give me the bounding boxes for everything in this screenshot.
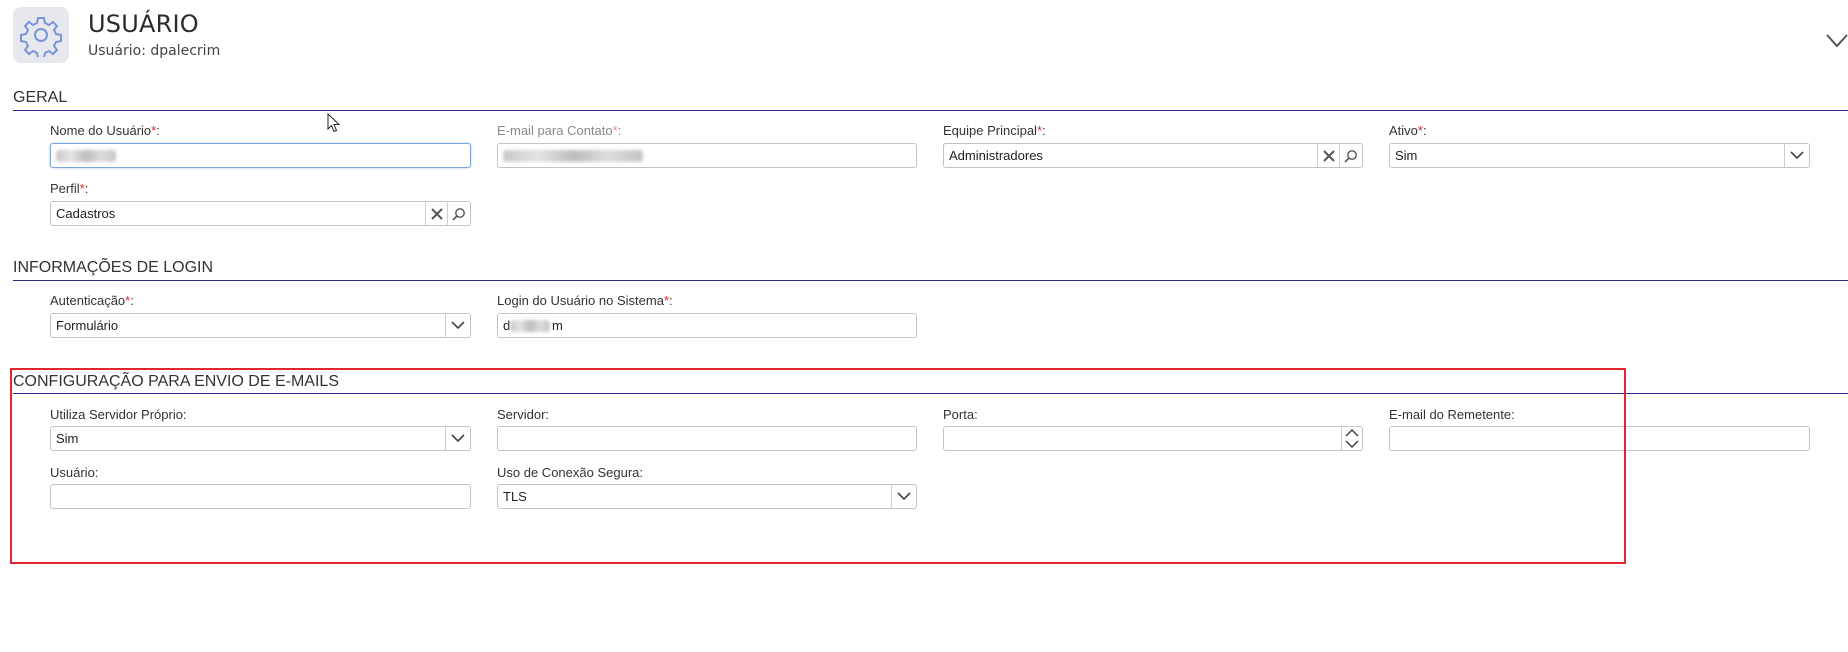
- email-contato-input[interactable]: [497, 143, 917, 168]
- clear-icon[interactable]: [1317, 144, 1340, 167]
- perfil-value: Cadastros: [56, 206, 116, 221]
- section-divider: [13, 110, 1848, 111]
- login-sistema-label: Login do Usuário no Sistema*:: [497, 293, 673, 308]
- section-title-geral: GERAL: [13, 89, 68, 106]
- autenticacao-select[interactable]: Formulário: [50, 313, 471, 338]
- equipe-principal-value: Administradores: [949, 148, 1043, 163]
- redacted-value: [510, 320, 550, 332]
- autenticacao-value: Formulário: [56, 318, 119, 333]
- nome-usuario-label: Nome do Usuário*:: [50, 123, 160, 138]
- ativo-label: Ativo*:: [1389, 123, 1427, 138]
- ativo-value: Sim: [1395, 148, 1418, 163]
- redacted-value: [56, 150, 116, 162]
- nome-usuario-input[interactable]: [50, 143, 471, 168]
- chevron-down-icon[interactable]: [445, 314, 470, 337]
- clear-icon[interactable]: [425, 202, 448, 225]
- perfil-lookup[interactable]: Cadastros: [50, 201, 471, 226]
- search-icon[interactable]: [447, 202, 470, 225]
- gear-icon: [20, 17, 62, 57]
- equipe-principal-lookup[interactable]: Administradores: [943, 143, 1363, 168]
- ativo-select[interactable]: Sim: [1389, 143, 1810, 168]
- login-sistema-input[interactable]: d m: [497, 313, 917, 338]
- login-value-end: m: [552, 318, 563, 333]
- section-divider: [13, 280, 1848, 281]
- user-gear-icon-tile: [13, 7, 69, 63]
- page-title: USUÁRIO: [88, 10, 199, 38]
- email-contato-label: E-mail para Contato*:: [497, 123, 622, 138]
- section-title-login: INFORMAÇÕES DE LOGIN: [13, 259, 214, 276]
- perfil-label: Perfil*:: [50, 181, 89, 196]
- redacted-value: [503, 150, 643, 162]
- autenticacao-label: Autenticação*:: [50, 293, 134, 308]
- chevron-down-icon[interactable]: [1784, 144, 1809, 167]
- search-icon[interactable]: [1339, 144, 1362, 167]
- collapse-chevron-icon[interactable]: [1826, 33, 1848, 52]
- mouse-cursor-icon: [327, 112, 341, 137]
- highlight-annotation-box: [10, 368, 1626, 564]
- equipe-principal-label: Equipe Principal*:: [943, 123, 1046, 138]
- page-subtitle: Usuário: dpalecrim: [88, 43, 221, 59]
